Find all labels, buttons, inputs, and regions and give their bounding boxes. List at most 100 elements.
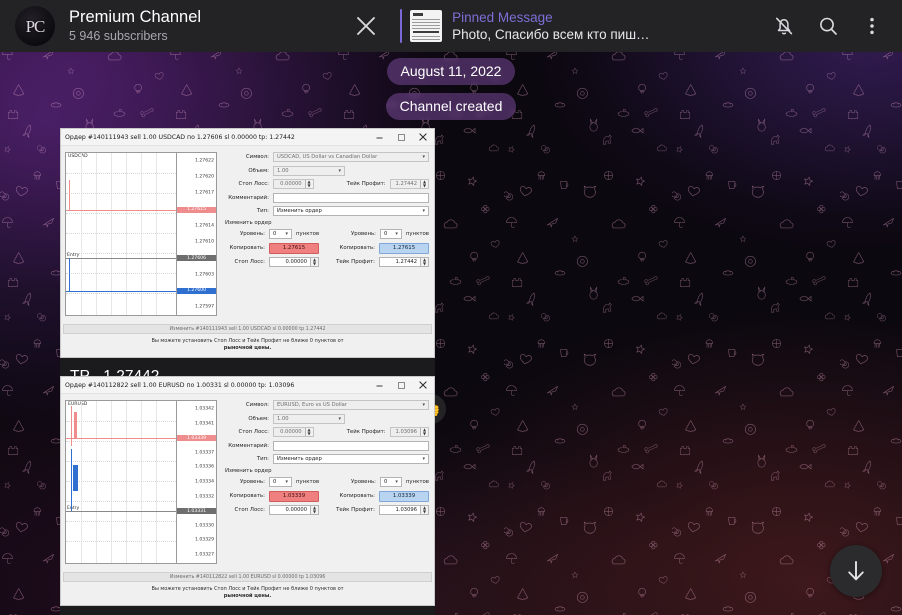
tp2-field-1[interactable]: 1.27442 [380,258,420,266]
level2-label-2: Уровень: [350,479,377,485]
telegram-channel-screen: PC Premium Channel 5 946 subscribers Pin… [0,0,902,615]
avatar[interactable]: PC [15,6,55,46]
chart-symbol-label-1: USDCAD [68,154,88,159]
points-label-1: пунктов [296,231,320,237]
level2-label-1: Уровень: [350,231,377,237]
copy2-label-1: Копировать: [339,245,376,251]
volume-field-1[interactable]: 1.00 ▾ [273,165,345,176]
search-button[interactable] [806,4,850,48]
minimize-button-1[interactable] [368,129,390,145]
avatar-monogram: PC [25,16,46,36]
level-field-2[interactable]: 0 ▾ [269,477,293,487]
chart-price-tag-grey-1: 1.27606 [177,255,216,262]
order-form-1: Символ: USDCAD, US Dollar vs Canadian Dol… [225,152,429,267]
sl2-label-1: Стоп Лосс: [234,259,265,265]
close-button[interactable] [348,8,384,44]
pinned-message[interactable]: Pinned Message Photo, Спасибо всем кто п… [400,7,762,45]
dialog-title-2: Ордер #140112822 sell 1.00 EURUSD по 1.0… [65,381,295,389]
message-bubble-2[interactable]: Ордер #140112822 sell 1.00 EURUSD по 1.0… [60,376,435,615]
copy-ask-button-2[interactable]: 1.03339 [379,490,429,502]
tp2-label-1: Тейк Профит: [336,259,375,265]
mt5-order-dialog-1: Ордер #140111943 sell 1.00 USDCAD по 1.2… [60,128,435,358]
dialog-title-1: Ордер #140111943 sell 1.00 USDCAD по 1.2… [65,133,295,141]
chart-tick-1: 1.27614 [195,223,214,229]
chart-price-tag-grey-2: 1.03331 [177,508,216,515]
minimize-icon [376,137,382,138]
tp2-label-2: Тейк Профит: [336,507,375,513]
dialog-titlebar-1: Ордер #140111943 sell 1.00 USDCAD по 1.2… [61,129,434,146]
close-icon [419,381,427,389]
command-bar-2[interactable]: Изменить #140112822 sell 1.00 EURUSD sl … [63,572,432,582]
search-icon [820,17,837,35]
chart-tick-1: 1.27620 [195,174,214,180]
scroll-to-bottom-button[interactable] [830,545,882,597]
more-vertical-icon [870,17,874,35]
copy-label-2: Копировать: [229,493,266,499]
sl2-field-2[interactable]: 0.00000 [270,506,310,514]
level2-field-1[interactable]: 0 ▾ [380,229,402,239]
price-chart-1: USDCADEntry1.276221.276201.276171.276151… [65,152,217,316]
sl-field-2[interactable]: 0.00000 [274,428,305,436]
close-window-button-1[interactable] [412,129,434,145]
more-options-button[interactable] [850,4,894,48]
service-badge-created: Channel created [385,93,517,120]
maximize-icon [397,381,405,389]
points2-label-2: пунктов [405,479,429,485]
message-photo-2[interactable]: Ордер #140112822 sell 1.00 EURUSD по 1.0… [60,376,435,606]
chart-tick-1: 1.27603 [195,272,214,278]
command-bar-1[interactable]: Изменить #140111943 sell 1.00 USDCAD sl … [63,324,432,334]
tp-field-2[interactable]: 1.03096 [391,428,420,436]
bell-muted-icon [776,17,793,35]
tp-field-1[interactable]: 1.27442 [391,180,420,188]
sl-field-1[interactable]: 0.00000 [274,180,305,188]
mt5-order-dialog-2: Ордер #140112822 sell 1.00 EURUSD по 1.0… [60,376,435,606]
tp-label-2: Тейк Профит: [346,429,386,435]
maximize-button-2[interactable] [390,377,412,393]
type-field-1[interactable]: Изменить ордер ▾ [273,206,429,216]
pinned-label: Pinned Message [452,10,553,25]
chart-blue-line-1 [66,290,176,292]
chart-entry-label-2: Entry [67,506,80,512]
tp-label-1: Тейк Профит: [346,181,386,187]
header-title-block[interactable]: Premium Channel 5 946 subscribers [69,8,201,44]
volume-label-1: Объем: [248,167,269,174]
maximize-button-1[interactable] [390,129,412,145]
comment-label-1: Комментарий: [228,194,269,201]
symbol-field-2: EURUSD, Euro vs US Dollar ▾ [273,400,429,410]
comment-field-1[interactable] [273,192,429,203]
copy-bid-button-2[interactable]: 1.03339 [269,490,319,502]
volume-label-2: Объем: [248,415,269,422]
tp2-field-2[interactable]: 1.03096 [380,506,420,514]
volume-field-2[interactable]: 1.00 ▾ [273,413,345,424]
chart-tick-2: 1.03336 [195,464,214,470]
close-window-button-2[interactable] [412,377,434,393]
symbol-label-1: Символ: [245,154,269,160]
type-field-2[interactable]: Изменить ордер ▾ [273,454,429,464]
service-badge-created-row: Channel created [0,93,902,120]
sl2-field-1[interactable]: 0.00000 [270,258,310,266]
copy-label-1: Копировать: [229,245,266,251]
minimize-icon [376,385,382,386]
level-field-1[interactable]: 0 ▾ [269,229,293,239]
order-form-2: Символ: EURUSD, Euro vs US Dollar ▾ Объем: 1… [225,400,429,515]
message-text-2: Sell EURUSD TP - 1.03096 [60,606,435,615]
sl2-label-2: Стоп Лосс: [234,507,265,513]
chart-tick-1: 1.27597 [195,304,214,310]
sl-label-1: Стоп Лосс: [238,181,269,187]
level-label-2: Уровень: [239,479,265,485]
message-photo-1[interactable]: Ордер #140111943 sell 1.00 USDCAD по 1.2… [60,128,435,358]
chat-header: PC Premium Channel 5 946 subscribers Pin… [0,0,902,52]
points2-label-1: пунктов [405,231,429,237]
comment-label-2: Комментарий: [228,442,269,449]
copy-bid-button-1[interactable]: 1.27615 [269,242,319,254]
message-list[interactable]: August 11, 2022 Channel created Ордер #1… [0,52,902,615]
copy-ask-button-1[interactable]: 1.27615 [379,242,429,254]
chart-entry-line-2 [66,511,176,513]
hint-text-2: Вы можете установить Стоп Лосс и Тейк Пр… [151,586,344,599]
mute-button[interactable] [762,4,806,48]
service-badge-date-row: August 11, 2022 [0,58,902,85]
subscriber-count: 5 946 subscribers [69,29,168,43]
level2-field-2[interactable]: 0 ▾ [380,477,402,487]
comment-field-2[interactable] [273,440,429,451]
minimize-button-2[interactable] [368,377,390,393]
